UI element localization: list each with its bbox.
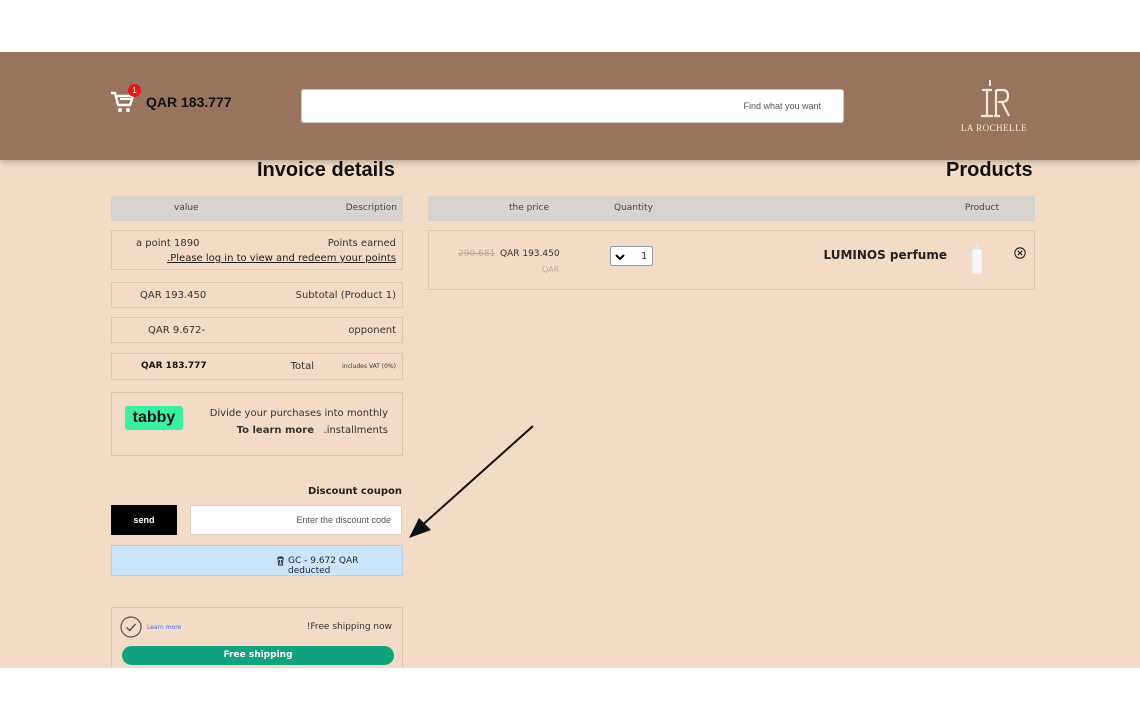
shipping-status: !Free shipping now [306,622,392,632]
col-value-header: value [174,203,199,213]
coupon-deducted-banner: GC - 9.672 QAR deducted [111,545,403,576]
col-price-header: the price [509,203,550,213]
search-input[interactable] [301,89,844,123]
free-shipping-bar: Free shipping [122,646,394,665]
logo-mark-icon [981,80,1010,118]
quantity-value: 1 [641,251,648,262]
opponent-value: QAR 9.672- [148,325,206,336]
products-title: Products [946,159,1033,181]
site-header: 1 QAR 183.777 LA ROCHELLE [0,52,1140,160]
chevron-down-icon [615,254,625,261]
cart-total: QAR 183.777 [146,94,232,110]
perfume-bottle-image [971,243,983,275]
total-value: QAR 183.777 [141,361,207,371]
product-old-price: 290.681 [458,249,496,259]
cart-count-badge: 1 [128,84,141,97]
vat-note: includes VAT (0%) [342,363,396,370]
cart-button[interactable]: 1 [110,84,141,117]
check-circle-icon [120,616,142,638]
discount-code-input[interactable] [190,505,402,535]
send-coupon-button[interactable]: send [111,505,177,535]
subtotal-value: QAR 193.450 [140,290,207,301]
shipping-box: Learn more !Free shipping now Free shipp… [111,607,403,668]
trash-icon[interactable] [276,556,285,566]
product-currency-note: QAR [542,265,560,274]
brand-logo[interactable]: LA ROCHELLE [952,78,1036,138]
invoice-title: Invoice details [257,159,395,181]
brand-name: LA ROCHELLE [960,123,1028,133]
subtotal-label: Subtotal (Product 1) [295,290,396,301]
remove-item-icon[interactable] [1014,247,1026,259]
invoice-table-header: value Description [111,196,403,221]
tabby-line1: Divide your purchases into monthly [209,408,388,419]
points-label: Points earned [327,238,396,249]
shipping-learn-more-link[interactable]: Learn more [147,624,181,631]
total-row: QAR 183.777 Total includes VAT (0%) [111,353,403,380]
product-price: QAR 193.450 [500,249,560,259]
annotation-arrow-icon [409,425,534,538]
col-product-header: Product [964,203,999,213]
subtotal-row: QAR 193.450 Subtotal (Product 1) [111,282,403,308]
total-label: Total [290,361,314,372]
points-value: a point 1890 [136,238,200,249]
quantity-select[interactable]: 1 [610,246,653,266]
points-row: a point 1890 Points earned .Please log i… [111,230,403,270]
deducted-text: GC - 9.672 QAR deducted [288,556,359,576]
tabby-logo: tabby [125,406,183,430]
product-row: 290.681 QAR 193.450 QAR 1 LUMINOS perfum… [428,230,1035,290]
col-quantity-header: Quantity [614,203,653,213]
tabby-learn-more[interactable]: To learn more [237,425,314,436]
opponent-label: opponent [348,325,396,336]
opponent-row: QAR 9.672- opponent [111,317,403,343]
products-table-header: the price Quantity Product [428,196,1035,221]
col-description-header: Description [345,203,397,213]
coupon-title: Discount coupon [307,486,402,497]
tabby-line2: .installments [323,425,388,436]
login-redeem-link[interactable]: .Please log in to view and redeem your p… [167,253,396,264]
product-name[interactable]: LUMINOS perfume [824,248,948,262]
tabby-box: tabby Divide your purchases into monthly… [111,392,403,456]
checkout-page: 1 QAR 183.777 LA ROCHELLE Invoice detail… [0,52,1140,668]
